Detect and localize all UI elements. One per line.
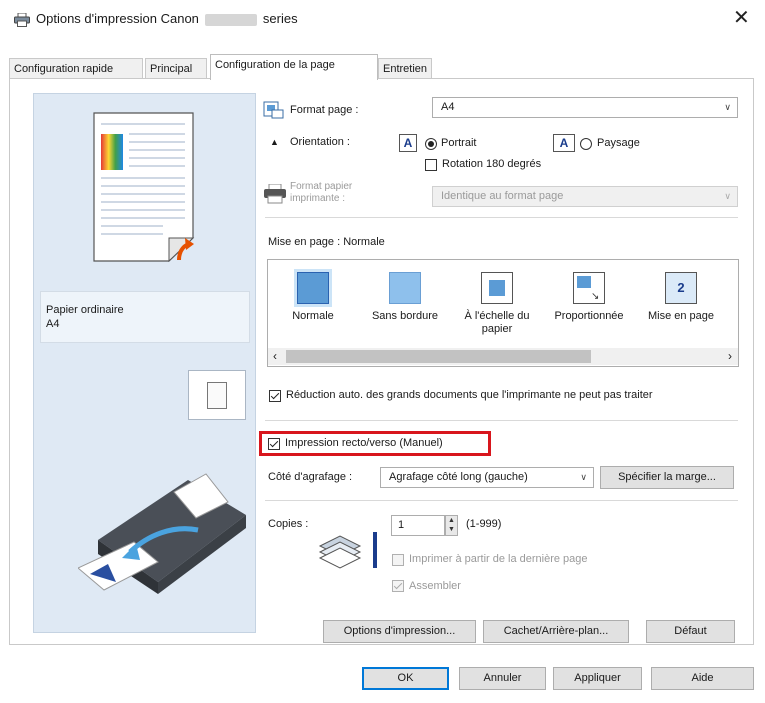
landscape-radio[interactable]: [580, 138, 592, 150]
paper-info-card: Papier ordinaire A4: [40, 291, 250, 343]
rotate-180-label[interactable]: Rotation 180 degrés: [442, 158, 541, 170]
duplex-preview-button[interactable]: [188, 370, 246, 420]
layout-item-label: Proportionnée: [554, 310, 624, 322]
paper-type-label: Papier ordinaire: [46, 304, 124, 316]
page-layout-icon: 2: [665, 272, 697, 304]
orientation-label: Orientation :: [290, 136, 350, 148]
portrait-label[interactable]: Portrait: [441, 137, 476, 149]
portrait-orientation-icon: A: [399, 134, 417, 152]
landscape-label[interactable]: Paysage: [597, 137, 640, 149]
window-title-suffix: series: [262, 11, 298, 26]
separator: [265, 420, 738, 421]
printer-paper-select[interactable]: Identique au format page ∨: [432, 186, 738, 207]
stapling-value: Agrafage côté long (gauche): [389, 471, 528, 483]
reverse-order-checkbox[interactable]: [392, 554, 404, 566]
auto-reduce-label[interactable]: Réduction auto. des grands documents que…: [286, 389, 653, 401]
normal-layout-icon: [297, 272, 329, 304]
stapling-select[interactable]: Agrafage côté long (gauche) ∨: [380, 467, 594, 488]
scroll-right-icon[interactable]: ›: [728, 349, 732, 363]
separator: [265, 217, 738, 218]
tab-entretien[interactable]: Entretien: [378, 58, 432, 78]
landscape-orientation-icon: A: [553, 134, 575, 152]
page-size-label: Format page :: [290, 104, 359, 116]
stapling-label: Côté d'agrafage :: [268, 471, 353, 483]
layout-item-label: À l'échelle du papier: [464, 310, 530, 335]
printer-paper-label-line1: Format papier: [290, 181, 353, 192]
help-button[interactable]: Aide: [651, 667, 754, 690]
paper-size-label: A4: [46, 318, 60, 330]
specify-margin-button[interactable]: Spécifier la marge...: [600, 466, 734, 489]
tab-configuration-rapide[interactable]: Configuration rapide: [9, 58, 143, 78]
apply-button[interactable]: Appliquer: [553, 667, 642, 690]
layout-item-echelle[interactable]: À l'échelle du papier: [452, 272, 542, 336]
page-layout-number: 2: [677, 280, 685, 295]
stamp-background-button[interactable]: Cachet/Arrière-plan...: [483, 620, 629, 643]
close-icon[interactable]: ✕: [733, 8, 750, 28]
fit-to-page-icon: [481, 272, 513, 304]
tab-principal[interactable]: Principal: [145, 58, 207, 78]
chevron-down-icon: ∨: [724, 191, 731, 201]
tab-configuration-de-la-page[interactable]: Configuration de la page: [210, 54, 378, 80]
tab-strip: Configuration rapide Principal Configura…: [9, 54, 754, 80]
layout-item-mise-en-page[interactable]: 2 Mise en page: [636, 272, 726, 323]
printer-paper-label-line2: imprimante :: [290, 193, 346, 204]
layout-item-label: Normale: [292, 310, 334, 322]
portrait-radio[interactable]: [425, 138, 437, 150]
layout-item-sans-bordure[interactable]: Sans bordure: [360, 272, 450, 323]
print-options-button[interactable]: Options d'impression...: [323, 620, 476, 643]
separator: [265, 500, 738, 501]
collate-checkbox[interactable]: [392, 580, 404, 592]
printer-paper-icon: [264, 184, 286, 204]
copies-stack-icon: [318, 532, 377, 569]
copies-label: Copies :: [268, 518, 309, 530]
manual-duplex-printer-illustration: [78, 473, 246, 594]
layout-item-label: Sans bordure: [371, 310, 439, 322]
collate-label[interactable]: Assembler: [409, 580, 461, 592]
printer-paper-value: Identique au format page: [441, 190, 564, 202]
page-size-value: A4: [441, 101, 455, 113]
bullet-icon: ▲: [270, 137, 279, 147]
window-title-prefix: Options d'impression Canon: [36, 11, 199, 26]
borderless-layout-icon: [389, 272, 421, 304]
layout-heading: Mise en page : Normale: [268, 236, 385, 248]
scaled-layout-icon: ↘: [573, 272, 605, 304]
layout-item-normale[interactable]: Normale: [268, 272, 358, 323]
copies-stepper[interactable]: ▲ ▼: [445, 515, 458, 536]
duplex-checkbox[interactable]: [268, 438, 280, 450]
duplex-label[interactable]: Impression recto/verso (Manuel): [285, 437, 443, 449]
layout-item-proportionnee[interactable]: ↘ Proportionnée: [544, 272, 634, 323]
model-name-redacted: [204, 13, 257, 26]
copies-input[interactable]: 1: [391, 515, 445, 536]
cancel-button[interactable]: Annuler: [459, 667, 546, 690]
page-size-select[interactable]: A4 ∨: [432, 97, 738, 118]
auto-reduce-checkbox[interactable]: [269, 390, 281, 402]
ok-button[interactable]: OK: [362, 667, 449, 690]
copies-range: (1-999): [466, 518, 502, 530]
chevron-down-icon: ∨: [580, 472, 587, 482]
window-title: Options d'impression Canon series: [36, 11, 298, 26]
page-icon: [207, 382, 227, 409]
page-preview-icon: [93, 112, 195, 262]
defaults-button[interactable]: Défaut: [646, 620, 735, 643]
printer-icon: [14, 13, 30, 27]
scroll-left-icon[interactable]: ‹: [273, 349, 277, 363]
layout-scrollbar-thumb[interactable]: [286, 350, 591, 363]
rotate-180-checkbox[interactable]: [425, 159, 437, 171]
title-bar: Options d'impression Canon series ✕: [0, 0, 765, 38]
copies-value: 1: [398, 519, 405, 531]
chevron-down-icon: ∨: [724, 102, 731, 112]
reverse-order-label[interactable]: Imprimer à partir de la dernière page: [409, 553, 588, 565]
layout-item-label: Mise en page: [647, 310, 715, 322]
page-size-icon: [263, 101, 284, 119]
